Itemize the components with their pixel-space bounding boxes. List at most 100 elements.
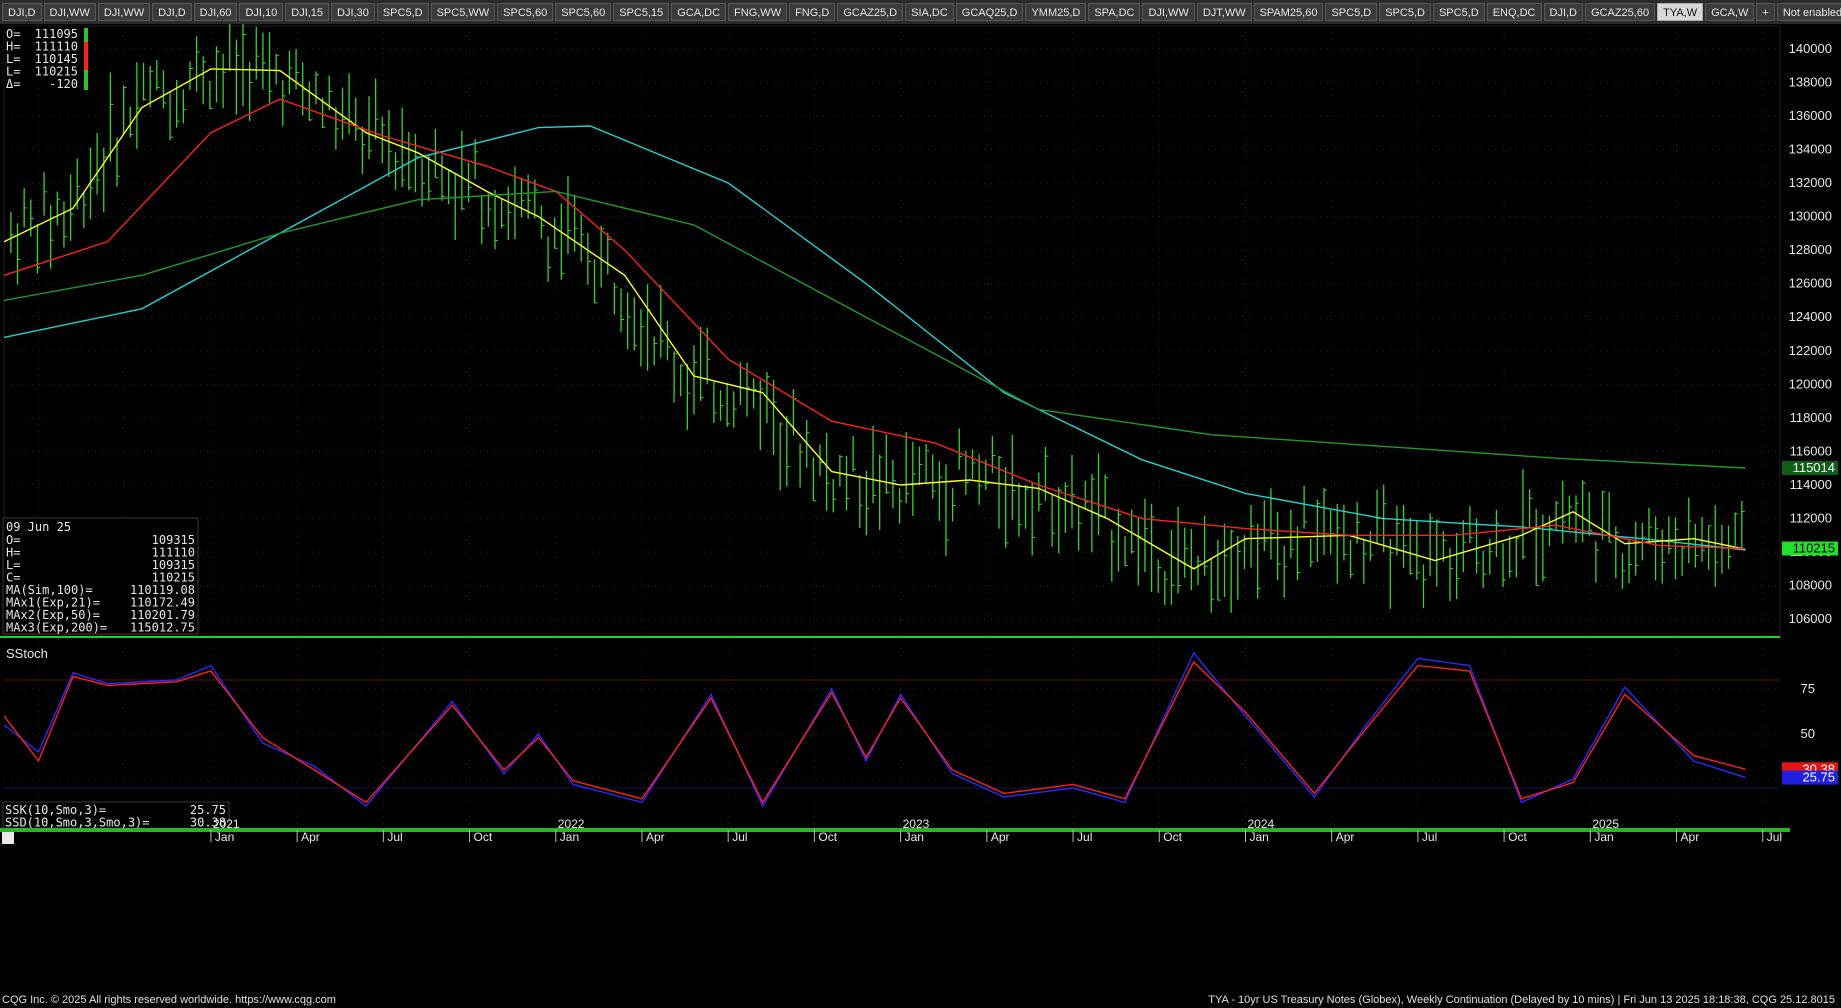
tab-dji-d[interactable]: DJI,D bbox=[2, 3, 42, 21]
month-label: Apr bbox=[1681, 830, 1700, 844]
price-axis-label: 130000 bbox=[1789, 209, 1832, 224]
tab-spam25-60[interactable]: SPAM25,60 bbox=[1253, 3, 1324, 21]
tab-dji-ww[interactable]: DJI,WW bbox=[43, 3, 96, 21]
stoch-title: SStoch bbox=[6, 646, 48, 661]
tab-fng-ww[interactable]: FNG,WW bbox=[728, 3, 788, 21]
tab-dji-30[interactable]: DJI,30 bbox=[331, 3, 375, 21]
ohlc-legend-value: -120 bbox=[49, 77, 78, 91]
tab-ymm25-d[interactable]: YMM25,D bbox=[1025, 3, 1087, 21]
tab--[interactable]: + bbox=[1756, 3, 1775, 21]
tab-spa-dc[interactable]: SPA,DC bbox=[1088, 3, 1141, 21]
ohlc-legend-key: Δ= bbox=[6, 77, 20, 91]
badge-ma200: 115014 bbox=[1793, 460, 1835, 475]
ma100-line bbox=[3, 125, 1746, 551]
month-label: Apr bbox=[301, 830, 320, 844]
cursor-row-value: 115012.75 bbox=[130, 621, 195, 635]
stoch-legend-key: SSD(10,Smo,3,Smo,3)= bbox=[5, 816, 150, 830]
month-label: Jan bbox=[1594, 830, 1613, 844]
ema50-line bbox=[3, 98, 1746, 550]
tab-enq-dc[interactable]: ENQ,DC bbox=[1486, 3, 1542, 21]
time-axis-scroll-handle[interactable] bbox=[2, 832, 14, 844]
ohlc-legend-bar-red bbox=[84, 42, 88, 70]
tab-gca-dc[interactable]: GCA,DC bbox=[671, 3, 727, 21]
month-label: Apr bbox=[1336, 830, 1355, 844]
year-label: 2021 bbox=[213, 817, 240, 831]
price-axis-label: 124000 bbox=[1789, 309, 1832, 324]
tab-sia-dc[interactable]: SIA,DC bbox=[905, 3, 954, 21]
month-label: Jul bbox=[1077, 830, 1092, 844]
price-axis-label: 134000 bbox=[1789, 141, 1832, 156]
tab-spc5-ww[interactable]: SPC5,WW bbox=[430, 3, 496, 21]
month-label: Jan bbox=[560, 830, 579, 844]
symbol-tab-bar: DJI,D DJI,WW DJI,WW DJI,D DJI,60 DJI,10 DJI,15… bbox=[0, 0, 1841, 24]
tab-not-enabled-for-gas[interactable]: Not enabled for: GAS bbox=[1776, 3, 1841, 21]
cursor-date: 09 Jun 25 bbox=[6, 520, 71, 534]
tab-dji-15[interactable]: DJI,15 bbox=[285, 3, 330, 21]
month-label: Oct bbox=[818, 830, 837, 844]
stoch-axis-label: 75 bbox=[1801, 681, 1815, 696]
tab-gcaq25-d[interactable]: GCAQ25,D bbox=[955, 3, 1024, 21]
stoch-axis-label: 50 bbox=[1801, 726, 1815, 741]
month-label: Jan bbox=[215, 830, 234, 844]
price-axis-label: 138000 bbox=[1789, 74, 1832, 89]
year-label: 2025 bbox=[1592, 817, 1619, 831]
tab-tya-w[interactable]: TYA,W bbox=[1657, 3, 1704, 21]
tab-spc5-d[interactable]: SPC5,D bbox=[376, 3, 429, 21]
price-axis-label: 136000 bbox=[1789, 108, 1832, 123]
price-axis-label: 128000 bbox=[1789, 242, 1832, 257]
status-footer: CQG Inc. © 2025 All rights reserved worl… bbox=[0, 994, 1841, 1008]
footer-copyright: CQG Inc. © 2025 All rights reserved worl… bbox=[2, 994, 336, 1006]
tab-gcaz25-d[interactable]: GCAZ25,D bbox=[837, 3, 904, 21]
month-label: Jul bbox=[732, 830, 747, 844]
price-axis-label: 140000 bbox=[1789, 41, 1832, 56]
badge-last-price: 110215 bbox=[1793, 541, 1835, 556]
footer-instrument-info: TYA - 10yr US Treasury Notes (Globex), W… bbox=[1208, 994, 1835, 1006]
cursor-row-key: MAx3(Exp,200)= bbox=[6, 621, 107, 635]
price-axis-label: 122000 bbox=[1789, 343, 1832, 358]
tab-djt-ww[interactable]: DJT,WW bbox=[1196, 3, 1252, 21]
year-label: 2023 bbox=[903, 817, 930, 831]
tab-spc5-d[interactable]: SPC5,D bbox=[1325, 3, 1378, 21]
badge-ssk: 25.75 bbox=[1802, 770, 1835, 785]
price-axis-label: 126000 bbox=[1789, 276, 1832, 291]
month-label: Oct bbox=[474, 830, 493, 844]
tab-fng-d[interactable]: FNG,D bbox=[789, 3, 836, 21]
month-label: Jul bbox=[1422, 830, 1437, 844]
month-label: Apr bbox=[991, 830, 1010, 844]
price-axis-label: 120000 bbox=[1789, 376, 1832, 391]
price-axis-label: 118000 bbox=[1790, 410, 1832, 425]
tab-spc5-60[interactable]: SPC5,60 bbox=[497, 3, 554, 21]
tab-dji-10[interactable]: DJI,10 bbox=[239, 3, 284, 21]
tab-gca-w[interactable]: GCA,W bbox=[1705, 3, 1755, 21]
tab-gcaz25-60[interactable]: GCAZ25,60 bbox=[1585, 3, 1656, 21]
month-label: Jul bbox=[1767, 830, 1782, 844]
price-axis-label: 116000 bbox=[1790, 443, 1832, 458]
tab-spc5-d[interactable]: SPC5,D bbox=[1432, 3, 1485, 21]
price-axis-label: 132000 bbox=[1789, 175, 1832, 190]
tab-spc5-d[interactable]: SPC5,D bbox=[1379, 3, 1431, 21]
tab-spc5-60[interactable]: SPC5,60 bbox=[555, 3, 612, 21]
ssk-line bbox=[3, 651, 1746, 808]
tab-dji-60[interactable]: DJI,60 bbox=[193, 3, 238, 21]
year-label: 2022 bbox=[558, 817, 585, 831]
price-axis-label: 106000 bbox=[1789, 611, 1832, 626]
year-label: 2024 bbox=[1247, 817, 1274, 831]
tab-dji-d[interactable]: DJI,D bbox=[1543, 3, 1583, 21]
month-label: Jul bbox=[387, 830, 402, 844]
ema21-line bbox=[3, 68, 1746, 570]
month-label: Oct bbox=[1508, 830, 1527, 844]
chart-area[interactable]: 140000 138000 136000 134000 132000 130000 1280… bbox=[0, 24, 1841, 984]
month-label: Apr bbox=[646, 830, 665, 844]
month-label: Jan bbox=[1249, 830, 1268, 844]
month-label: Jan bbox=[905, 830, 924, 844]
tab-dji-ww[interactable]: DJI,WW bbox=[97, 3, 151, 21]
tab-dji-ww[interactable]: DJI,WW bbox=[1142, 3, 1195, 21]
price-axis-label: 112000 bbox=[1790, 511, 1832, 526]
ssd-line bbox=[3, 660, 1746, 804]
tab-dji-d[interactable]: DJI,D bbox=[152, 3, 192, 21]
price-axis-label: 114000 bbox=[1790, 477, 1832, 492]
tab-spc5-15[interactable]: SPC5,15 bbox=[613, 3, 670, 21]
price-axis-label: 108000 bbox=[1789, 578, 1832, 593]
month-label: Oct bbox=[1163, 830, 1182, 844]
ema200-line bbox=[3, 190, 1746, 469]
